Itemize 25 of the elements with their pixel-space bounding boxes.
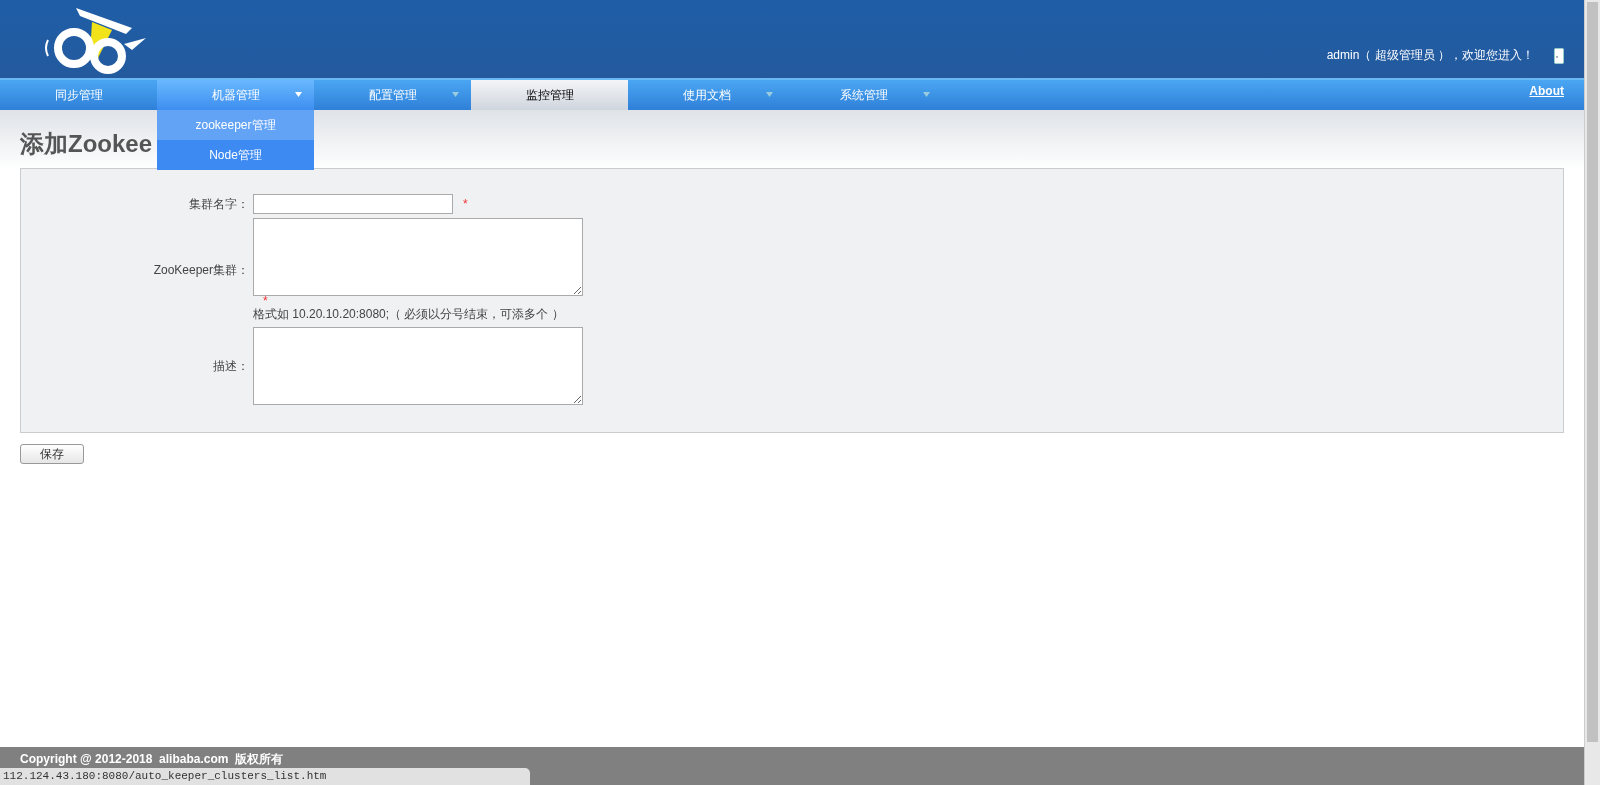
status-url: 112.124.43.180:8080/auto_keeper_clusters_list.htm [0,768,530,785]
nav-tab[interactable]: 同步管理 [0,80,157,110]
nav-tab[interactable]: 机器管理 [157,80,314,110]
field-label: 描述： [212,357,250,375]
required-mark: * [463,197,468,211]
save-button[interactable]: 保存 [20,444,84,464]
menu-item[interactable]: zookeeper管理 [157,110,314,140]
about-link[interactable]: About [1529,84,1564,110]
text-area[interactable] [253,327,583,405]
logout-icon[interactable] [1554,47,1564,64]
text-field[interactable] [253,194,453,214]
nav-tab[interactable]: 配置管理 [314,80,471,110]
nav-tab[interactable]: 监控管理 [471,80,628,110]
text-area[interactable] [253,218,583,296]
nav-tab[interactable]: 使用文档 [628,80,785,110]
field-label: ZooKeeper集群： [152,262,250,279]
page-title: 添加Zookee [20,129,153,159]
copyright-text: Copyright @ 2012-2018 alibaba.com 版权所有 [20,751,284,768]
required-mark: * [263,296,268,306]
nav-tab[interactable]: 系统管理 [785,80,942,110]
field-label: 集群名字： [188,195,250,213]
scrollbar[interactable] [1584,0,1600,785]
welcome-text: admin（ 超级管理员 ），欢迎您进入！ [1326,47,1534,64]
menu-item[interactable]: Node管理 [157,140,314,170]
hint-text: 格式如 10.20.10.20:8080;（ 必须以分号结束，可添多个 ） [253,306,564,323]
